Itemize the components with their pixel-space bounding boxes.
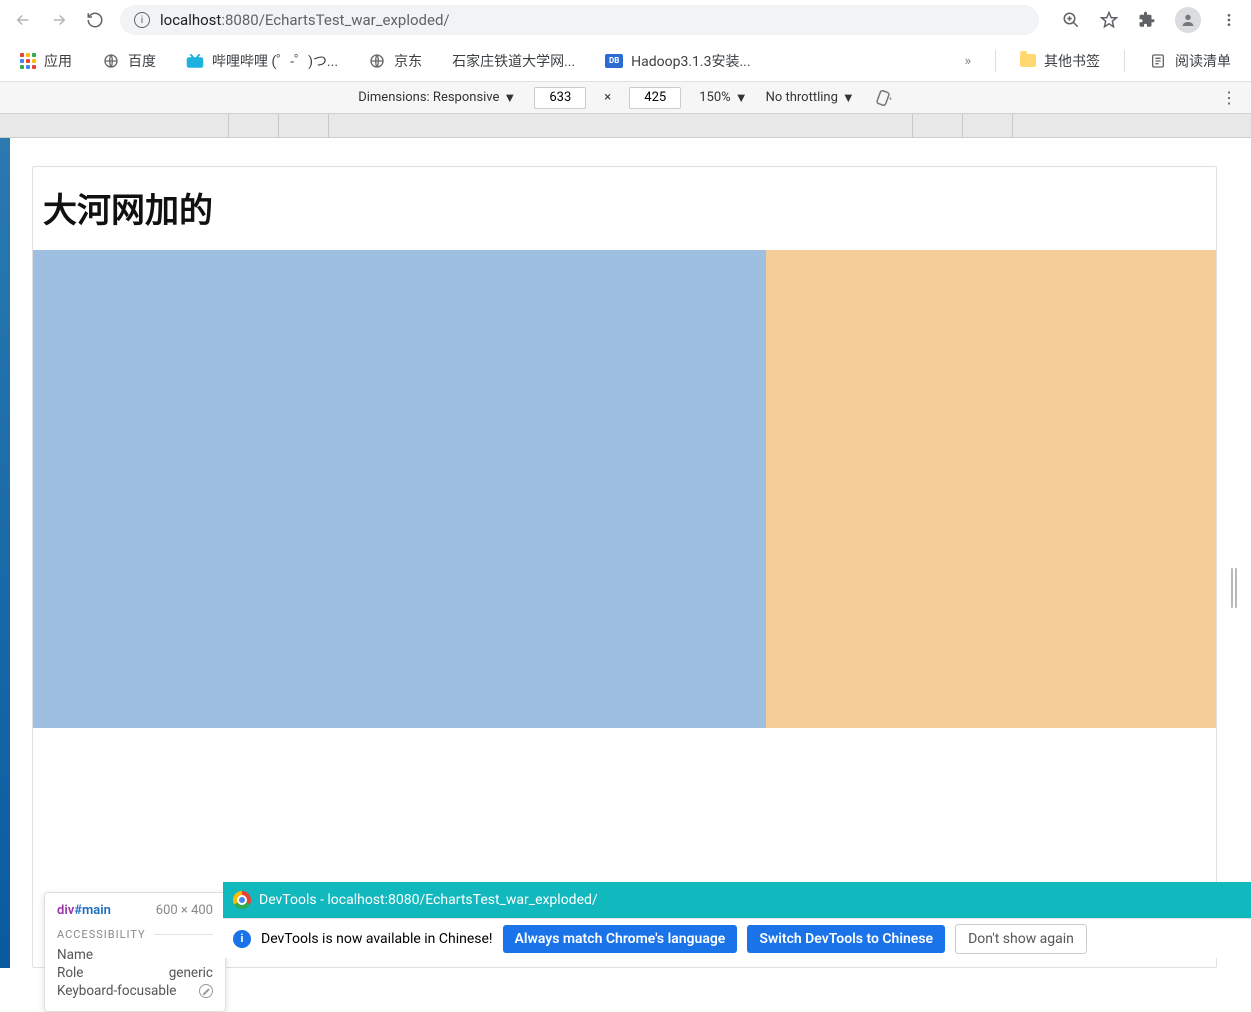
left-task-rail — [0, 138, 10, 968]
bookmark-sjztd[interactable]: 石家庄铁道大学网... — [452, 51, 575, 71]
rotate-icon[interactable] — [873, 88, 893, 108]
tooltip-role-label: Role — [57, 965, 83, 981]
browser-toolbar: i localhost:8080/EchartsTest_war_explode… — [0, 0, 1251, 40]
url-text: localhost:8080/EchartsTest_war_exploded/ — [160, 11, 450, 29]
dimensions-select[interactable]: Dimensions: Responsive ▼ — [358, 90, 516, 106]
separator — [1124, 50, 1125, 72]
apps-grid-icon — [20, 53, 36, 69]
devtools-language-bar: i DevTools is now available in Chinese! … — [223, 918, 1251, 958]
devtools-titlebar[interactable]: DevTools - localhost:8080/EchartsTest_wa… — [223, 882, 1251, 918]
width-input[interactable] — [534, 87, 586, 109]
folder-icon — [1020, 54, 1036, 67]
viewport-area: 大河网加的 div#main 600 × 400 ACCESSIBILITY N… — [0, 138, 1251, 968]
zoom-select[interactable]: 150% ▼ — [699, 90, 747, 106]
devtools-title: DevTools - localhost:8080/EchartsTest_wa… — [259, 892, 598, 908]
tooltip-section-heading: ACCESSIBILITY — [57, 928, 213, 941]
back-button[interactable] — [12, 9, 34, 31]
url-bar[interactable]: i localhost:8080/EchartsTest_war_explode… — [120, 5, 1039, 35]
ruler — [0, 114, 1251, 138]
switch-devtools-button[interactable]: Switch DevTools to Chinese — [747, 925, 945, 953]
throttling-select[interactable]: No throttling ▼ — [766, 90, 855, 106]
chart-main[interactable] — [33, 250, 1216, 728]
chrome-menu-icon[interactable] — [1219, 10, 1239, 30]
page-title: 大河网加的 — [33, 179, 1216, 250]
bilibili-icon — [186, 52, 204, 70]
bookmark-jd[interactable]: 京东 — [368, 51, 422, 71]
other-bookmarks[interactable]: 其他书签 — [1020, 51, 1100, 71]
bookmark-hadoop[interactable]: DBHadoop3.1.3安装... — [605, 51, 750, 71]
lang-message: DevTools is now available in Chinese! — [261, 931, 493, 947]
resize-handle[interactable] — [1231, 568, 1239, 608]
chrome-logo-icon — [233, 891, 251, 909]
bookmark-star-icon[interactable] — [1099, 10, 1119, 30]
device-toolbar: Dimensions: Responsive ▼ × 150% ▼ No thr… — [0, 82, 1251, 114]
reading-list[interactable]: 阅读清单 — [1149, 51, 1231, 71]
separator — [995, 50, 996, 72]
tooltip-selector: div#main — [57, 903, 111, 918]
apps-button[interactable]: 应用 — [20, 51, 72, 71]
reload-button[interactable] — [84, 9, 106, 31]
info-icon: i — [233, 930, 251, 948]
apps-label: 应用 — [44, 51, 72, 71]
globe-icon — [102, 52, 120, 70]
inspector-tooltip: div#main 600 × 400 ACCESSIBILITY Name Ro… — [44, 892, 226, 1012]
dim-separator: × — [604, 90, 611, 105]
globe-icon — [368, 52, 386, 70]
extensions-icon[interactable] — [1137, 10, 1157, 30]
tooltip-name-label: Name — [57, 947, 93, 963]
chevron-down-icon: ▼ — [735, 90, 748, 106]
tooltip-kf-label: Keyboard-focusable — [57, 983, 176, 999]
prohibited-icon — [199, 984, 213, 998]
page-frame: 大河网加的 — [32, 166, 1217, 968]
chart-area-left — [33, 250, 766, 728]
chart-area-right — [766, 250, 1216, 728]
zoom-icon[interactable] — [1061, 10, 1081, 30]
tooltip-role-value: generic — [169, 965, 213, 981]
toolbar-right — [1061, 7, 1239, 33]
profile-avatar[interactable] — [1175, 7, 1201, 33]
bookmark-bilibili[interactable]: 哔哩哔哩 (゜-゜)つ... — [186, 51, 338, 71]
favicon-icon: DB — [605, 54, 623, 68]
bookmark-baidu[interactable]: 百度 — [102, 51, 156, 71]
bookmark-overflow[interactable]: » — [964, 53, 971, 69]
site-info-icon[interactable]: i — [134, 12, 150, 28]
reading-list-icon — [1149, 52, 1167, 70]
bookmarks-bar: 应用 百度 哔哩哔哩 (゜-゜)つ... 京东 石家庄铁道大学网... DBHa… — [0, 40, 1251, 82]
chevron-down-icon: ▼ — [842, 90, 855, 106]
dont-show-button[interactable]: Don't show again — [955, 924, 1087, 954]
device-toolbar-menu[interactable]: ⋮ — [1221, 88, 1237, 107]
forward-button[interactable] — [48, 9, 70, 31]
tooltip-dims: 600 × 400 — [156, 903, 213, 918]
always-match-button[interactable]: Always match Chrome's language — [503, 925, 738, 953]
chevron-down-icon: ▼ — [503, 90, 516, 106]
height-input[interactable] — [629, 87, 681, 109]
